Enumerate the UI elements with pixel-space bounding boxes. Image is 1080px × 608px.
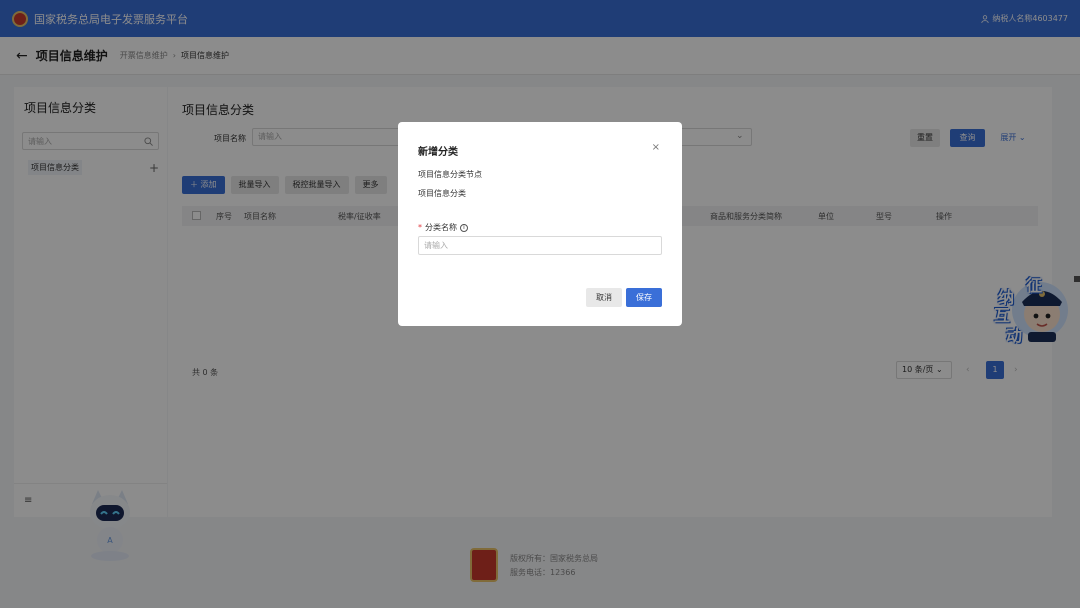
dialog-title: 新增分类 (418, 147, 458, 158)
cancel-button[interactable]: 取消 (586, 288, 622, 307)
required-mark: * (418, 223, 422, 232)
save-button[interactable]: 保存 (626, 288, 662, 307)
close-icon[interactable]: × (652, 142, 660, 153)
category-name-input[interactable]: 请输入 (418, 236, 662, 255)
category-name-label: * 分类名称 i (418, 222, 468, 233)
info-icon[interactable]: i (460, 223, 468, 232)
parent-node-value: 项目信息分类 (418, 189, 466, 198)
add-category-dialog: 新增分类 × 项目信息分类节点 项目信息分类 * 分类名称 i 请输入 取消 保… (398, 122, 682, 326)
parent-node-label: 项目信息分类节点 (418, 170, 482, 179)
category-name-text: 分类名称 (425, 223, 457, 232)
